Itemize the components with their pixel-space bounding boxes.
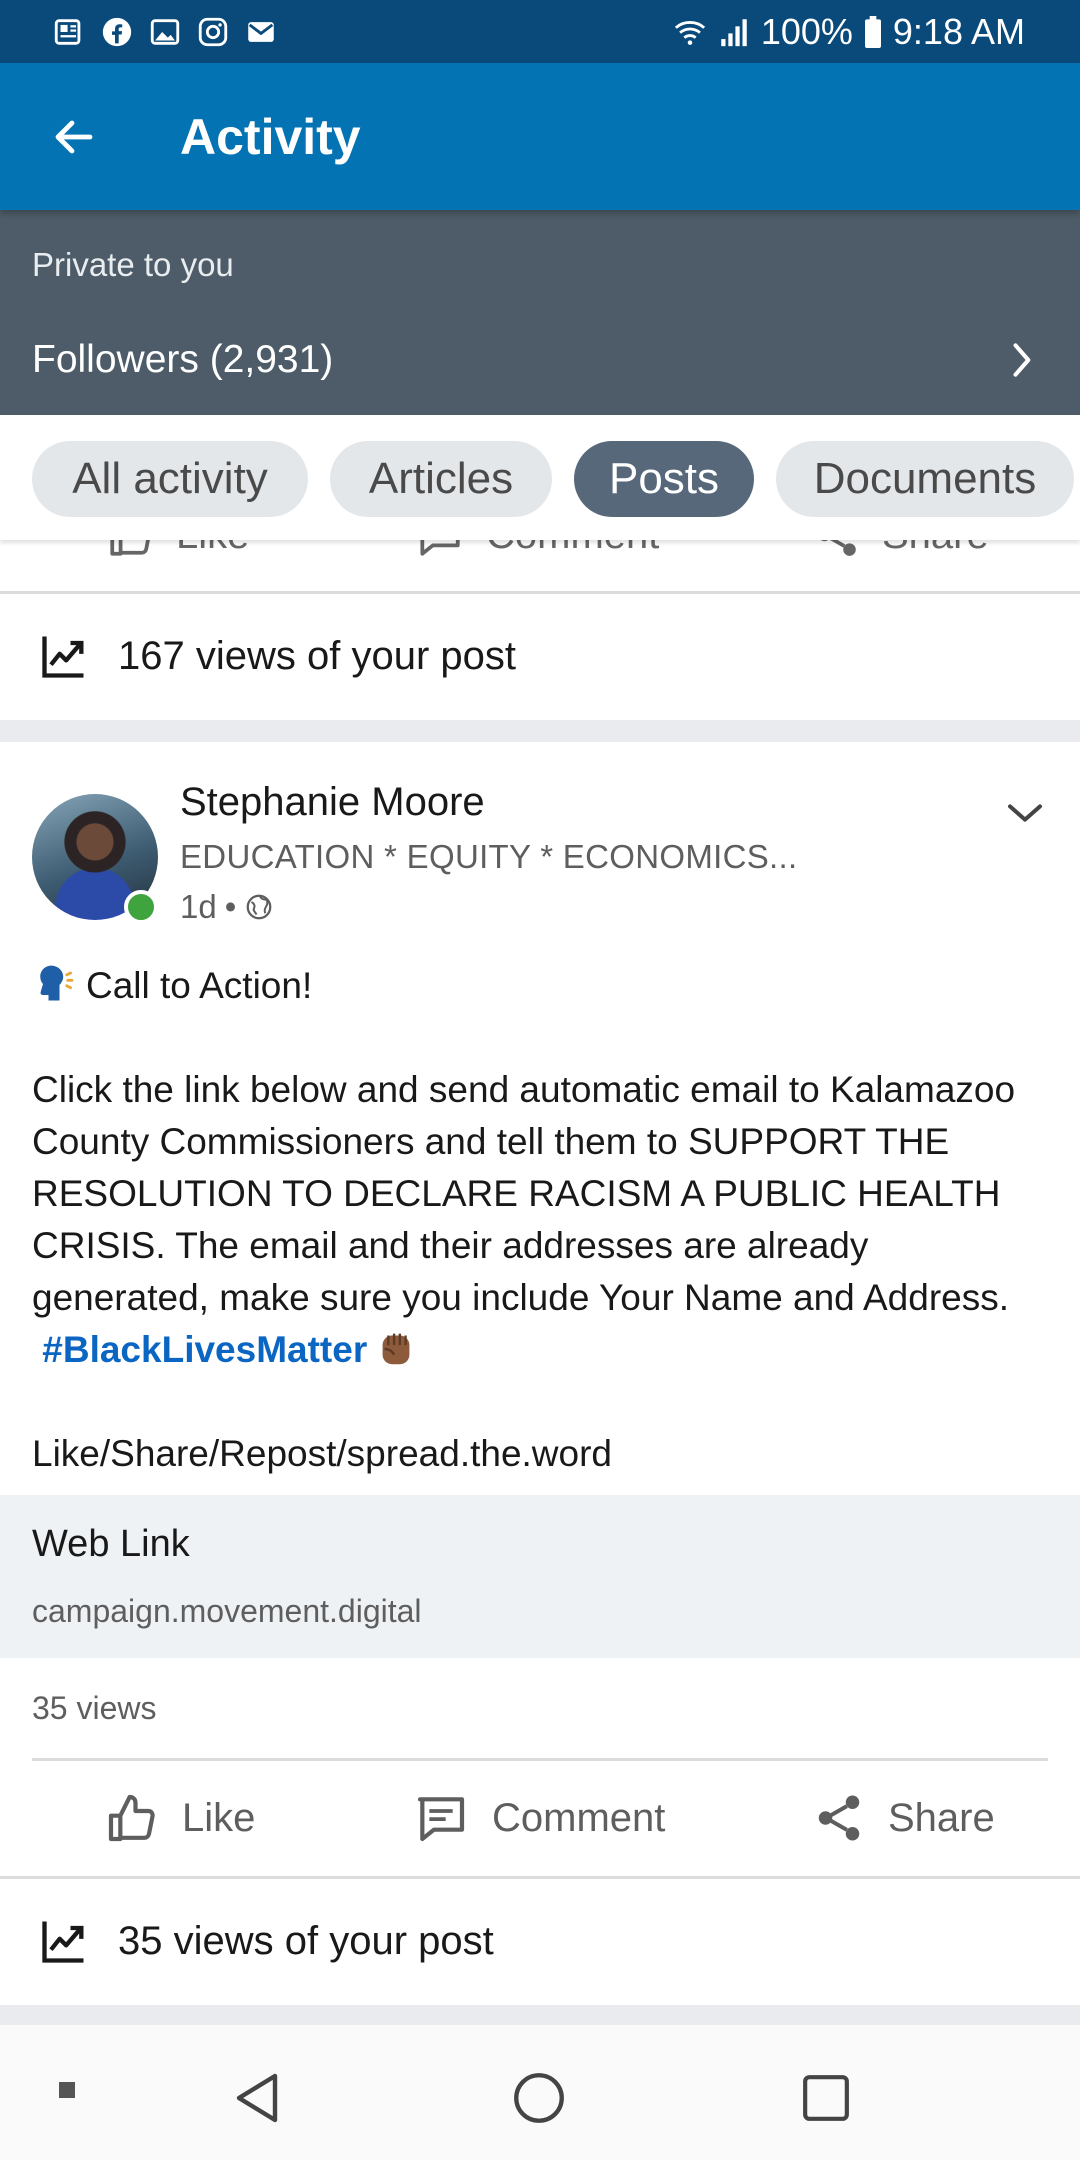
post-views-row[interactable]: 35 views of your post xyxy=(0,1879,1080,2003)
followers-row[interactable]: Followers (2,931) xyxy=(0,320,1080,400)
share-button[interactable]: Share xyxy=(812,1762,995,1874)
post-options-button[interactable] xyxy=(1000,788,1050,838)
post-meta: 1d • xyxy=(180,888,274,926)
share-label: Share xyxy=(888,1795,995,1840)
post-closing: Like/Share/Repost/spread.the.word xyxy=(32,1433,613,1474)
previous-post-views-text: 167 views of your post xyxy=(118,633,516,678)
online-status-dot xyxy=(124,890,158,924)
chevron-down-icon xyxy=(1008,804,1042,822)
previous-post-actions: Like Comment Share xyxy=(0,540,1080,572)
gallery-icon xyxy=(148,15,182,49)
back-arrow-icon xyxy=(55,120,93,153)
speaking-head-icon xyxy=(40,965,74,1001)
prev-comment-button[interactable]: Comment xyxy=(412,540,659,560)
prev-share-label: Share xyxy=(882,540,989,558)
prev-comment-label: Comment xyxy=(486,540,659,558)
like-button[interactable]: Like xyxy=(104,1762,255,1874)
battery-icon xyxy=(863,15,883,49)
trending-chart-icon xyxy=(42,636,84,678)
news-icon xyxy=(52,15,86,49)
signal-icon xyxy=(717,15,751,49)
post-actions-bar: Like Comment Share xyxy=(0,1762,1080,1874)
prev-like-button[interactable]: Like xyxy=(106,540,249,560)
private-banner: Private to you Followers (2,931) xyxy=(0,210,1080,415)
comment-icon xyxy=(420,540,460,556)
web-link-card[interactable]: Web Link campaign.movement.digital xyxy=(0,1495,1080,1658)
private-label: Private to you xyxy=(32,246,234,283)
like-icon xyxy=(110,540,150,556)
share-icon xyxy=(820,540,856,556)
chip-posts[interactable]: Posts xyxy=(574,441,754,517)
chevron-right-icon xyxy=(1013,343,1031,377)
notification-icons xyxy=(52,15,278,49)
wifi-icon xyxy=(673,15,707,49)
raised-fist-icon xyxy=(382,1333,410,1365)
nav-back-button[interactable] xyxy=(222,2063,292,2133)
comment-label: Comment xyxy=(492,1795,666,1840)
post-age: 1d xyxy=(180,888,217,925)
like-icon xyxy=(108,1794,155,1842)
prev-like-label: Like xyxy=(176,540,249,558)
activity-feed: Like Comment Share 167 views of your pos… xyxy=(0,540,1080,2025)
post-views-count[interactable]: 35 views xyxy=(32,1690,157,1727)
back-triangle-icon xyxy=(236,2073,278,2123)
post-views-text: 35 views of your post xyxy=(118,1918,494,1963)
nav-home-button[interactable] xyxy=(504,2063,574,2133)
recent-dot-icon xyxy=(59,2082,75,2098)
post-body: Call to Action! Click the link below and… xyxy=(32,960,1052,1480)
web-link-title: Web Link xyxy=(32,1523,190,1565)
call-to-action-text: Call to Action! xyxy=(86,965,313,1006)
chip-all-activity[interactable]: All activity xyxy=(32,441,308,517)
like-label: Like xyxy=(182,1795,256,1840)
previous-post-views-row[interactable]: 167 views of your post xyxy=(0,594,1080,718)
chip-articles[interactable]: Articles xyxy=(330,441,552,517)
app-bar: Activity xyxy=(0,63,1080,210)
page-title: Activity xyxy=(180,108,361,165)
status-bar: 100% 9:18 AM xyxy=(0,0,1080,63)
battery-percent: 100% xyxy=(760,10,853,52)
system-nav-bar xyxy=(0,2025,1080,2160)
nav-overview-button[interactable] xyxy=(791,2063,861,2133)
post-paragraph: Click the link below and send automatic … xyxy=(32,1064,1052,1376)
mail-icon xyxy=(244,15,278,49)
globe-icon xyxy=(246,894,272,920)
filter-chip-bar: All activity Articles Posts Documents xyxy=(0,415,1080,540)
instagram-icon xyxy=(196,15,230,49)
system-status: 100% 9:18 AM xyxy=(673,11,1025,53)
author-headline: EDUCATION * EQUITY * ECONOMICS... xyxy=(180,838,798,875)
meta-separator: • xyxy=(224,888,237,925)
share-icon xyxy=(818,1795,860,1841)
back-button[interactable] xyxy=(44,107,104,167)
feed-separator xyxy=(0,720,1080,742)
chip-documents[interactable]: Documents xyxy=(776,441,1074,517)
prev-share-button[interactable]: Share xyxy=(812,540,989,560)
hashtag-link[interactable]: #BlackLivesMatter xyxy=(42,1329,367,1370)
author-name[interactable]: Stephanie Moore xyxy=(180,780,485,825)
divider xyxy=(32,1758,1048,1761)
post-paragraph-text: Click the link below and send automatic … xyxy=(32,1069,1016,1318)
facebook-icon xyxy=(100,15,134,49)
home-circle-icon xyxy=(514,2073,564,2123)
followers-count: Followers (2,931) xyxy=(32,338,334,381)
post-line-call-to-action: Call to Action! xyxy=(32,960,1052,1012)
web-link-url: campaign.movement.digital xyxy=(32,1593,422,1629)
feed-separator xyxy=(0,2005,1080,2025)
comment-icon xyxy=(417,1797,465,1842)
trending-chart-icon xyxy=(42,1921,84,1963)
comment-button[interactable]: Comment xyxy=(412,1762,665,1874)
recent-dot-button[interactable] xyxy=(52,2075,82,2105)
overview-square-icon xyxy=(803,2075,849,2121)
clock: 9:18 AM xyxy=(892,10,1025,52)
